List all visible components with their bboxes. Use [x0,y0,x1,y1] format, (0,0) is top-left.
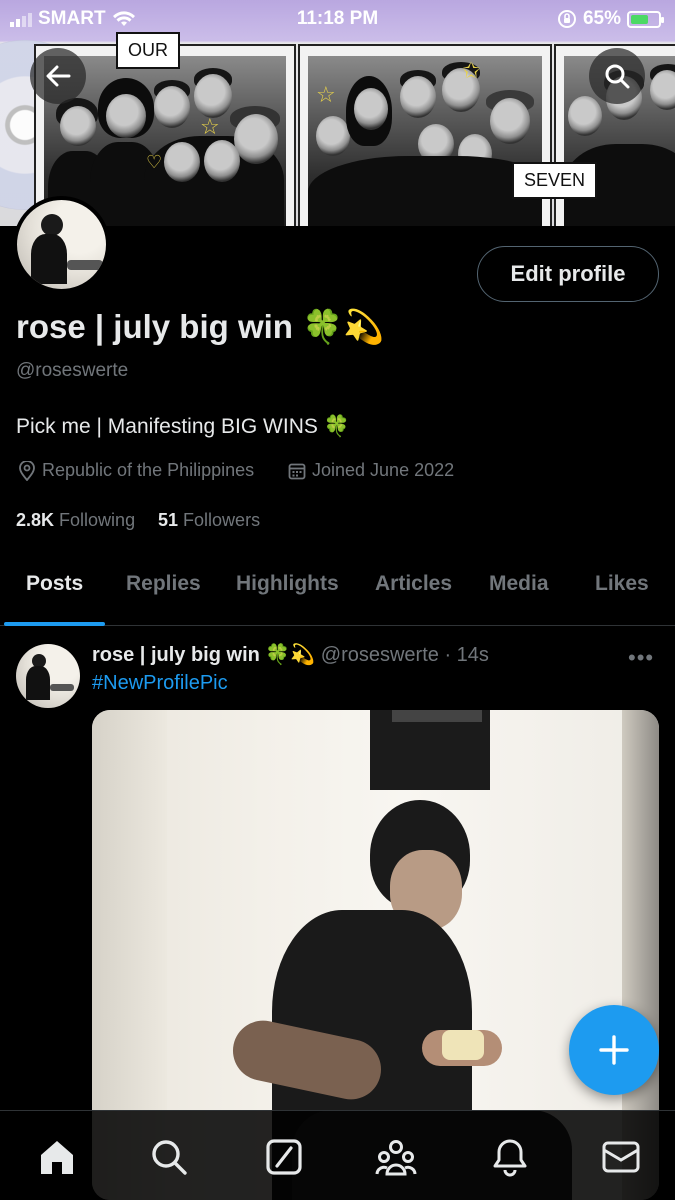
tab-likes[interactable]: Likes [595,572,649,596]
back-arrow-icon [46,65,71,87]
tab-media[interactable]: Media [489,572,549,596]
nav-messages[interactable] [599,1135,643,1179]
profile-avatar[interactable] [13,196,110,293]
nav-grok[interactable] [262,1135,306,1179]
joined-text: Joined June 2022 [312,460,455,480]
more-options-icon[interactable]: ••• [628,645,654,671]
tab-highlights[interactable]: Highlights [236,572,339,596]
search-icon [605,64,630,89]
tab-replies[interactable]: Replies [126,572,201,596]
battery-percent: 65% [582,8,621,29]
star-doodle-icon: ☆ [316,82,336,107]
notifications-icon [493,1139,527,1177]
profile-display-name: rose | july big win 🍀💫 [16,308,385,345]
following-label: Following [59,510,136,530]
plus-icon [599,1035,629,1065]
tab-posts[interactable]: Posts [26,572,83,596]
profile-handle: @roseswerte [16,360,129,381]
post-author-name[interactable]: rose | july big win 🍀💫 [92,644,315,666]
calendar-icon [288,463,306,479]
profile-bio: Pick me | Manifesting BIG WINS 🍀 [16,415,350,438]
heart-doodle-icon: ♡ [146,152,163,172]
location-pin-icon [19,460,35,481]
post-author-avatar[interactable] [16,644,80,708]
communities-icon [375,1140,417,1176]
compose-button[interactable] [569,1005,659,1095]
nav-notifications[interactable] [488,1135,532,1179]
profile-location: Republic of the Philippines [18,460,254,481]
active-tab-indicator [4,622,105,626]
followers-label: Followers [183,510,261,530]
post-hashtag[interactable]: #NewProfilePic [92,672,228,695]
banner-search-button[interactable] [589,48,645,104]
edit-profile-button[interactable]: Edit profile [477,246,659,302]
battery-icon [627,10,664,28]
home-icon [41,1141,73,1174]
following-link[interactable]: 2.8K Following [16,510,135,531]
star-doodle-icon: ✩ [462,58,481,83]
post-handle-time: @roseswerte · 14s [320,644,489,666]
followers-link[interactable]: 51 Followers [158,510,260,531]
followers-count: 51 [158,510,179,530]
tab-articles[interactable]: Articles [375,572,452,596]
messages-icon [602,1141,640,1173]
bottom-navigation [0,1110,675,1200]
back-button[interactable] [30,48,86,104]
following-count: 2.8K [16,510,55,530]
nav-communities[interactable] [374,1135,418,1179]
nav-home[interactable] [35,1135,79,1179]
nav-search[interactable] [147,1135,191,1179]
location-text: Republic of the Philippines [42,460,255,480]
post-header: rose | july big win 🍀💫 @roseswerte · 14s [92,642,489,667]
sticker-seven: SEVEN [512,162,598,199]
star-doodle-icon: ☆ [200,114,220,139]
profile-tabs: Posts Replies Highlights Articles Media … [0,552,675,626]
search-icon [152,1140,187,1175]
profile-joined: Joined June 2022 [288,460,454,481]
status-bar: SMART 11:18 PM 65% [0,0,675,38]
orientation-lock-icon [557,10,576,28]
grok-icon [266,1139,302,1175]
